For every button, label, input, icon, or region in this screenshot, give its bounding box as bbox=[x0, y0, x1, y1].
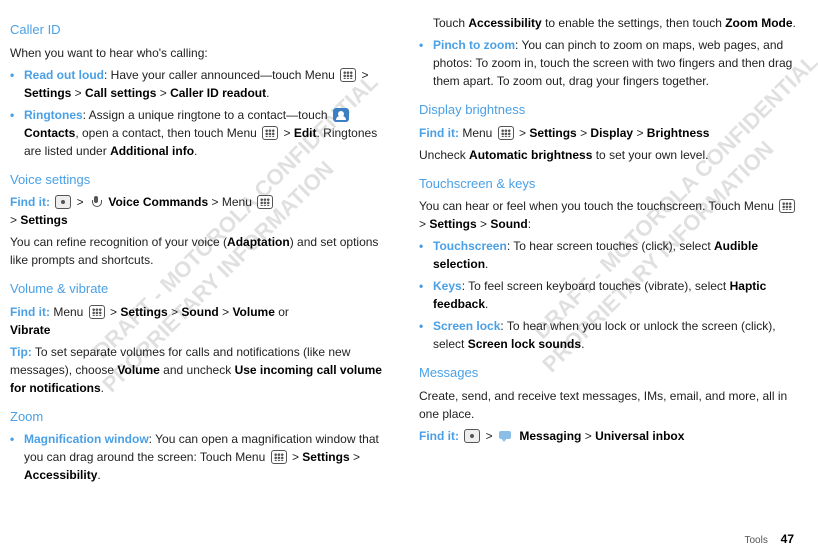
footer-section: Tools bbox=[745, 535, 768, 546]
contacts-icon bbox=[333, 108, 349, 122]
display-find-it: Find it: Menu > Settings > Display > Bri… bbox=[419, 124, 798, 142]
read-out-loud-text: : Have your caller announced—touch Menu bbox=[104, 68, 338, 82]
launcher-icon bbox=[55, 195, 71, 209]
page-columns: Caller ID When you want to hear who's ca… bbox=[10, 10, 798, 488]
caller-id-readout-label: Caller ID readout bbox=[170, 86, 266, 100]
messaging-icon bbox=[498, 429, 514, 443]
messages-heading: Messages bbox=[419, 363, 798, 383]
display-label: Display bbox=[590, 126, 633, 140]
messaging-label: Messaging bbox=[519, 429, 581, 443]
screen-lock-item: Screen lock: To hear when you lock or un… bbox=[419, 317, 798, 353]
left-column: Caller ID When you want to hear who's ca… bbox=[10, 10, 389, 488]
additional-info-label: Additional info bbox=[110, 144, 194, 158]
display-brightness-heading: Display brightness bbox=[419, 100, 798, 120]
apps-icon bbox=[340, 68, 356, 82]
universal-inbox-label: Universal inbox bbox=[595, 429, 684, 443]
right-column: Touch Accessibility to enable the settin… bbox=[419, 10, 798, 488]
settings-label: Settings bbox=[24, 86, 71, 100]
screen-lock-label: Screen lock bbox=[433, 319, 500, 333]
screen-lock-sounds-label: Screen lock sounds bbox=[468, 337, 581, 351]
volume-label: Volume bbox=[232, 305, 274, 319]
caller-id-heading: Caller ID bbox=[10, 20, 389, 40]
ringtones-label: Ringtones bbox=[24, 108, 83, 122]
call-settings-label: Call settings bbox=[85, 86, 156, 100]
touchscreen-keys-heading: Touchscreen & keys bbox=[419, 174, 798, 194]
touch-intro: You can hear or feel when you touch the … bbox=[419, 197, 798, 233]
touchscreen-label: Touchscreen bbox=[433, 239, 507, 253]
volume-find-it: Find it: Menu > Settings > Sound > Volum… bbox=[10, 303, 389, 339]
apps-icon-6 bbox=[498, 126, 514, 140]
keys-item: Keys: To feel screen keyboard touches (v… bbox=[419, 277, 798, 313]
read-out-loud-item: Read out loud: Have your caller announce… bbox=[10, 66, 389, 102]
apps-icon-3 bbox=[257, 195, 273, 209]
zoom-heading: Zoom bbox=[10, 407, 389, 427]
brightness-label: Brightness bbox=[647, 126, 710, 140]
pinch-zoom-item: Pinch to zoom: You can pinch to zoom on … bbox=[419, 36, 798, 90]
voice-body: You can refine recognition of your voice… bbox=[10, 233, 389, 269]
auto-brightness-label: Automatic brightness bbox=[469, 148, 592, 162]
ringtones-item: Ringtones: Assign a unique ringtone to a… bbox=[10, 106, 389, 160]
voice-commands-label: Voice Commands bbox=[108, 195, 208, 209]
volume-tip: Tip: To set separate volumes for calls a… bbox=[10, 343, 389, 397]
apps-icon-2 bbox=[262, 126, 278, 140]
keys-label: Keys bbox=[433, 279, 462, 293]
launcher-icon-2 bbox=[464, 429, 480, 443]
magnification-item: Magnification window: You can open a mag… bbox=[10, 430, 389, 484]
messages-body: Create, send, and receive text messages,… bbox=[419, 387, 798, 423]
apps-icon-5 bbox=[271, 450, 287, 464]
vibrate-label: Vibrate bbox=[10, 323, 50, 337]
read-out-loud-label: Read out loud bbox=[24, 68, 104, 82]
edit-label: Edit bbox=[294, 126, 317, 140]
display-body: Uncheck Automatic brightness to set your… bbox=[419, 146, 798, 164]
apps-icon-4 bbox=[89, 305, 105, 319]
page-footer: Tools 47 bbox=[745, 530, 795, 548]
touchscreen-item: Touchscreen: To hear screen touches (cli… bbox=[419, 237, 798, 273]
microphone-icon bbox=[89, 195, 103, 209]
zoom-mode-label: Zoom Mode bbox=[725, 16, 792, 30]
contacts-label: Contacts bbox=[24, 126, 75, 140]
pinch-zoom-label: Pinch to zoom bbox=[433, 38, 515, 52]
caller-id-intro: When you want to hear who's calling: bbox=[10, 44, 389, 62]
zoom-continuation: Touch Accessibility to enable the settin… bbox=[419, 14, 798, 32]
apps-icon-7 bbox=[779, 199, 795, 213]
magnification-label: Magnification window bbox=[24, 432, 149, 446]
adaptation-label: Adaptation bbox=[227, 235, 290, 249]
voice-find-it: Find it: > Voice Commands > Menu > Setti… bbox=[10, 193, 389, 229]
page-number: 47 bbox=[781, 532, 794, 546]
volume-vibrate-heading: Volume & vibrate bbox=[10, 279, 389, 299]
sound-label: Sound bbox=[181, 305, 218, 319]
accessibility-label: Accessibility bbox=[24, 468, 97, 482]
voice-settings-label: Settings bbox=[20, 213, 67, 227]
voice-settings-heading: Voice settings bbox=[10, 170, 389, 190]
messages-find-it: Find it: > Messaging > Universal inbox bbox=[419, 427, 798, 445]
